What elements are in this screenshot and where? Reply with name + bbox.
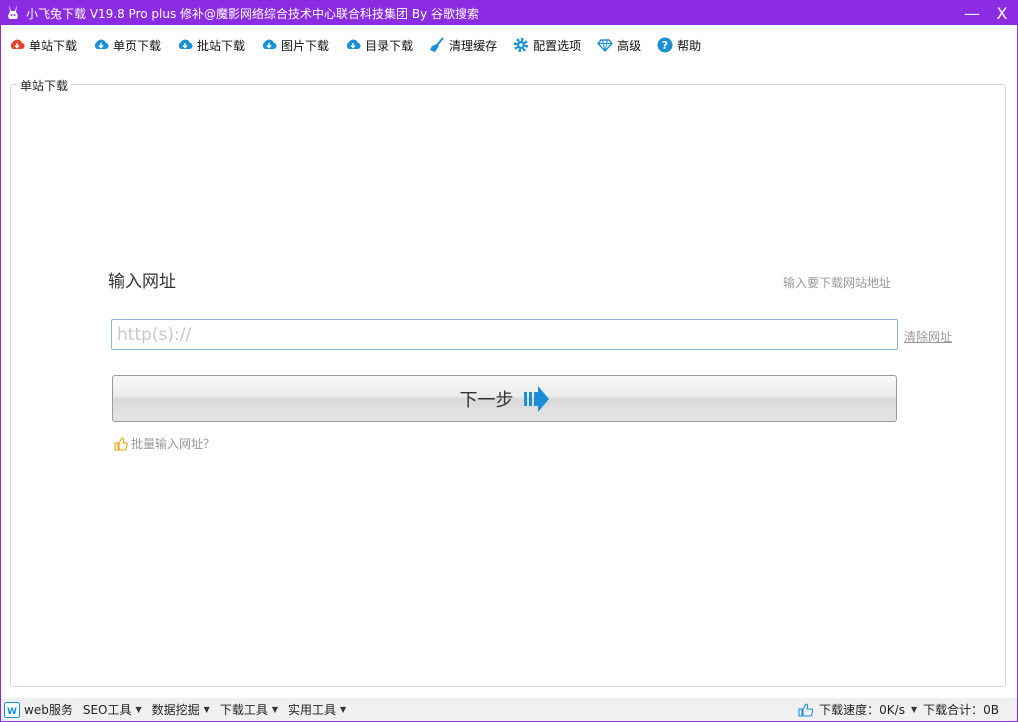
menu-label: 下载工具	[219, 703, 268, 717]
toolbar-image-download[interactable]: 图片下载	[261, 32, 329, 58]
diamond-icon	[597, 37, 614, 53]
clear-url-link[interactable]: 清除网址	[904, 328, 952, 345]
next-step-button[interactable]: 下一步	[112, 375, 897, 422]
arrow-right-icon	[523, 385, 550, 413]
status-bar: W web服务 SEO工具 ▼ 数据挖掘 ▼ 下载工具 ▼ 实用工具 ▼ 下载速度：0K…	[1, 698, 1017, 721]
toolbar-batch-site-download[interactable]: 批站下载	[177, 32, 245, 58]
batch-input-link[interactable]: 批量输入网址？	[114, 435, 215, 452]
caret-down-icon: ▼	[135, 705, 142, 714]
toolbar-directory-download[interactable]: 目录下载	[345, 32, 413, 58]
window-title: 小飞兔下载 V19.8 Pro plus 修补@魔影网络综合技术中心联合科技集团…	[26, 6, 479, 21]
toolbar-label: 单站下载	[29, 38, 78, 53]
toolbar-label: 图片下载	[281, 38, 330, 53]
toolbar-label: 清理缓存	[449, 38, 498, 53]
close-button[interactable]: X	[989, 1, 1015, 25]
download-blue-icon	[261, 37, 277, 53]
minimize-button[interactable]: —	[957, 1, 987, 25]
toolbar-label: 高级	[617, 38, 642, 53]
download-stats: 下载速度：0K/s ▼ 下载合计：0B	[798, 698, 999, 721]
download-total: 下载合计：0B	[923, 703, 999, 717]
caret-down-icon: ▼	[340, 705, 347, 714]
svg-text:W: W	[7, 707, 17, 717]
gear-icon	[513, 37, 529, 53]
toolbar-advanced[interactable]: 高级	[597, 32, 641, 58]
toolbar-label: 帮助	[677, 38, 702, 53]
caret-down-icon[interactable]: ▼	[911, 705, 917, 714]
menu-label: 实用工具	[287, 703, 336, 717]
toolbar-settings[interactable]: 配置选项	[513, 32, 581, 58]
web-service-label: web服务	[24, 703, 73, 717]
rabbit-logo-icon	[4, 4, 22, 22]
toolbar-help[interactable]: ? 帮助	[657, 32, 701, 58]
download-speed[interactable]: 下载速度：0K/s	[819, 701, 905, 718]
web-service-icon: W	[4, 701, 20, 718]
caret-down-icon: ▼	[271, 705, 278, 714]
toolbar-clear-cache[interactable]: 清理缓存	[429, 32, 497, 58]
url-heading: 输入网址	[108, 272, 176, 292]
toolbar-single-page-download[interactable]: 单页下载	[93, 32, 161, 58]
title-bar[interactable]: 小飞兔下载 V19.8 Pro plus 修补@魔影网络综合技术中心联合科技集团…	[1, 1, 1017, 25]
hand-icon	[798, 702, 814, 717]
panel-title: 单站下载	[17, 77, 72, 94]
menu-label: SEO工具	[82, 703, 132, 717]
web-service-button[interactable]: W web服务	[4, 701, 73, 718]
utility-tools-menu[interactable]: 实用工具 ▼	[288, 701, 346, 718]
help-icon: ?	[657, 37, 673, 53]
data-mining-menu[interactable]: 数据挖掘 ▼	[152, 701, 210, 718]
download-blue-icon	[177, 37, 193, 53]
download-red-icon	[9, 37, 25, 53]
download-tools-menu[interactable]: 下载工具 ▼	[220, 701, 278, 718]
download-blue-icon	[345, 37, 361, 53]
url-input[interactable]	[111, 319, 898, 350]
next-step-label: 下一步	[459, 389, 514, 411]
app-window: 小飞兔下载 V19.8 Pro plus 修补@魔影网络综合技术中心联合科技集团…	[0, 0, 1018, 722]
toolbar-label: 单页下载	[113, 38, 162, 53]
svg-text:?: ?	[662, 39, 668, 52]
toolbar-label: 目录下载	[365, 38, 414, 53]
hand-pointer-icon	[114, 436, 128, 451]
toolbar: 单站下载 单页下载 批站下载 图片下载 目录下载 清理缓存 配置选项 高级 ? …	[1, 25, 1017, 65]
seo-tools-menu[interactable]: SEO工具 ▼	[83, 701, 142, 718]
batch-input-label: 批量输入网址？	[131, 437, 216, 451]
caret-down-icon: ▼	[203, 705, 210, 714]
url-hint: 输入要下载网站地址	[782, 276, 891, 290]
download-blue-icon	[93, 37, 109, 53]
broom-icon	[429, 37, 445, 53]
toolbar-label: 配置选项	[533, 38, 582, 53]
toolbar-label: 批站下载	[197, 38, 246, 53]
toolbar-single-site-download[interactable]: 单站下载	[9, 32, 77, 58]
menu-label: 数据挖掘	[151, 703, 200, 717]
